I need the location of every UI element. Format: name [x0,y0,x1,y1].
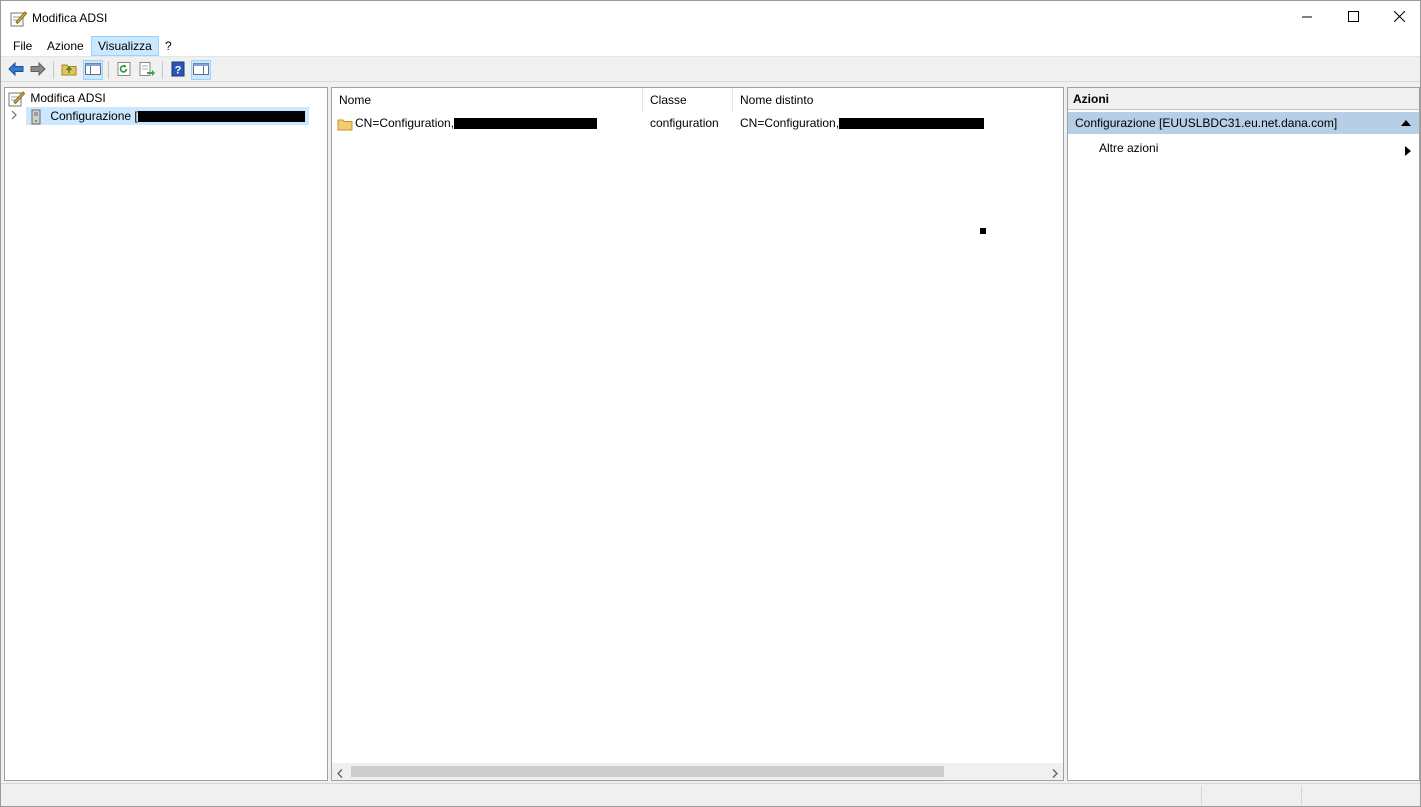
mmc-window: Modifica ADSI File Azione Visualizza ? ?… [0,0,1421,807]
menu-visualizza[interactable]: Visualizza [91,36,159,56]
help-icon: ? [170,61,186,80]
minimize-button[interactable] [1284,1,1330,35]
tree-item-configurazione[interactable]: Configurazione [ [26,107,309,125]
toolbar-separator [162,61,163,79]
actions-section-configurazione[interactable]: Configurazione [EUUSLBDC31.eu.net.dana.c… [1068,112,1419,134]
row-classe: configuration [650,116,719,130]
redaction-block [839,118,985,130]
redaction-block [137,111,305,123]
redaction-block [454,118,598,130]
status-cell [1301,786,1418,805]
console-tree-pane: Modifica ADSI Configurazione [ [4,87,328,781]
maximize-button[interactable] [1330,1,1376,35]
export-list-button[interactable] [137,60,157,80]
back-button[interactable] [6,60,26,80]
horizontal-scrollbar[interactable] [332,763,1063,780]
show-hide-action-pane-button[interactable] [191,60,211,80]
toolbar: ? [1,58,1420,82]
refresh-icon [116,61,132,79]
forward-arrow-icon [30,61,46,79]
submenu-arrow-icon [1405,143,1411,161]
menu-bar: File Azione Visualizza ? [1,35,1420,57]
server-icon [29,109,43,125]
close-icon [1393,10,1405,25]
show-hide-action-pane-icon [193,62,209,79]
refresh-button[interactable] [114,60,134,80]
actions-pane: Azioni Configurazione [EUUSLBDC31.eu.net… [1067,87,1420,781]
window-title: Modifica ADSI [32,11,108,25]
status-cell [1201,786,1301,805]
collapse-up-icon[interactable] [1401,112,1411,134]
title-bar: Modifica ADSI [1,1,1420,35]
actions-section-label: Configurazione [EUUSLBDC31.eu.net.dana.c… [1075,116,1338,130]
list-row[interactable]: CN=Configuration, configuration CN=Confi… [332,114,1063,132]
action-altre-azioni[interactable]: Altre azioni [1099,139,1417,157]
row-nome: CN=Configuration, [355,114,598,132]
up-folder-icon [61,62,77,79]
scroll-right-icon[interactable] [1052,767,1058,781]
up-level-button[interactable] [59,60,79,80]
row-nome-distinto-text: CN=Configuration, [740,116,840,130]
results-list-pane: Nome Classe Nome distinto CN=Configurati… [331,87,1064,781]
tree-item-label: Configurazione [ [50,109,138,123]
scroll-left-icon[interactable] [337,767,343,781]
export-list-icon [139,61,155,79]
close-button[interactable] [1376,1,1421,35]
tree-root-item[interactable]: Modifica ADSI [8,89,106,107]
show-hide-tree-icon [85,62,101,79]
status-bar [1,783,1420,806]
adsi-edit-icon [10,10,28,27]
menu-help[interactable]: ? [159,36,178,56]
maximize-icon [1347,11,1359,25]
show-hide-tree-button[interactable] [83,60,103,80]
menu-file[interactable]: File [7,36,38,56]
toolbar-separator [53,61,54,79]
folder-icon [337,114,353,132]
column-header-nome[interactable]: Nome [332,88,643,113]
toolbar-separator [108,61,109,79]
svg-text:?: ? [175,64,182,76]
adsi-edit-icon [8,90,26,107]
scrollbar-thumb[interactable] [351,766,944,777]
actions-header: Azioni [1068,88,1419,110]
stray-mark [980,228,986,234]
column-header-nome-distinto[interactable]: Nome distinto [733,88,1063,113]
expand-chevron[interactable] [10,107,22,125]
back-arrow-icon [8,61,24,79]
minimize-icon [1302,11,1312,25]
forward-button[interactable] [28,60,48,80]
column-header-classe[interactable]: Classe [643,88,733,113]
chevron-right-icon [10,109,18,123]
tree-root-label: Modifica ADSI [30,91,106,105]
row-nome-distinto: CN=Configuration, [740,114,985,132]
help-button[interactable]: ? [168,60,188,80]
menu-azione[interactable]: Azione [41,36,90,56]
row-nome-text: CN=Configuration, [355,116,455,130]
action-item-label: Altre azioni [1099,141,1159,155]
